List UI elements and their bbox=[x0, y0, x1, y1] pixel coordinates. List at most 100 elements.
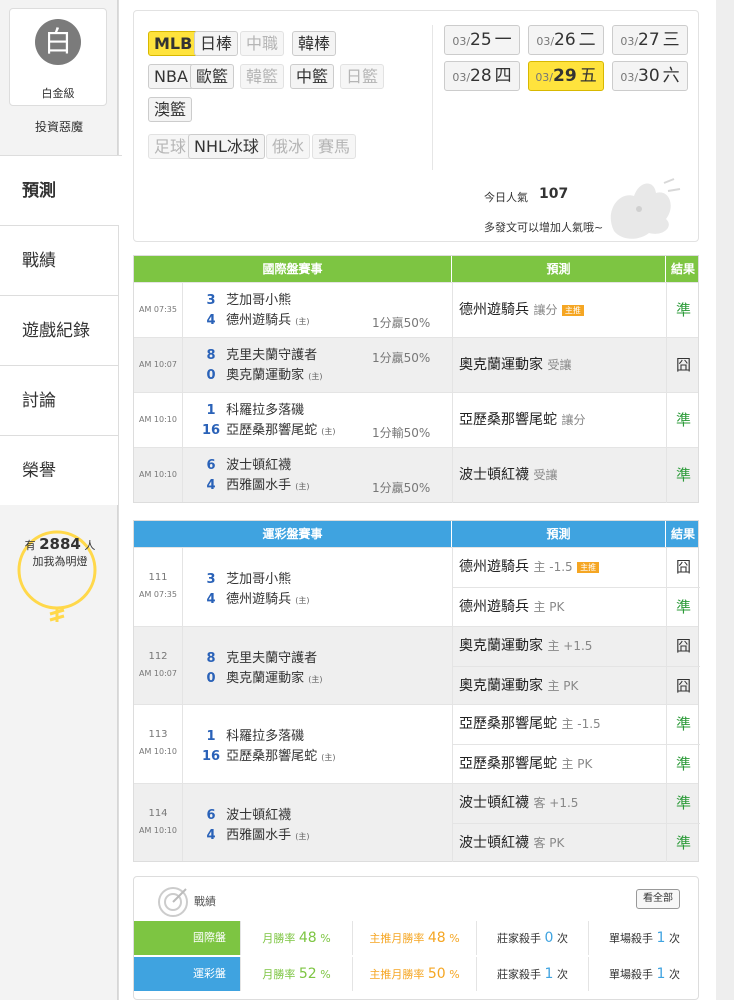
pick-type: 主 -1.5 bbox=[533, 560, 573, 574]
pick-type: 讓分 bbox=[533, 303, 558, 317]
game-number: 114 bbox=[148, 807, 168, 819]
intl-table-header: 國際盤賽事 預測 結果 bbox=[134, 256, 698, 282]
result: 囧 bbox=[666, 548, 700, 587]
home-mark: (主) bbox=[321, 427, 336, 436]
nav-item-1[interactable]: 戰績 bbox=[0, 225, 118, 295]
sport-tab[interactable]: 賽馬 bbox=[312, 134, 357, 159]
prediction: 亞歷桑那響尾蛇 主 -1.5 bbox=[452, 705, 666, 744]
result: 準 bbox=[666, 587, 700, 626]
team-score: 3 bbox=[206, 293, 216, 308]
away-team: 8 克里夫蘭守護者 bbox=[200, 647, 317, 666]
sport-tab[interactable]: 韓籃 bbox=[240, 64, 285, 89]
sport-tab[interactable]: 日籃 bbox=[340, 64, 385, 89]
pick-team: 亞歷桑那響尾蛇 bbox=[459, 756, 557, 772]
date-tab[interactable]: 03/29 五 bbox=[528, 61, 604, 91]
odds-text: 1分贏50% bbox=[372, 481, 431, 495]
away-team: 6 波士頓紅襪 bbox=[200, 804, 291, 823]
pick-type: 讓分 bbox=[561, 413, 586, 427]
result: 準 bbox=[666, 744, 700, 783]
sport-tab[interactable]: 俄冰 bbox=[266, 134, 311, 159]
record-stat: 主推月勝率 50 % bbox=[352, 957, 476, 991]
sport-tab[interactable]: 歐籃 bbox=[190, 64, 235, 89]
pick-type: 主 -1.5 bbox=[561, 717, 601, 731]
team-score: 6 bbox=[206, 807, 216, 823]
prediction: 波士頓紅襪 客 +1.5 bbox=[452, 783, 666, 823]
team-score: 8 bbox=[206, 348, 216, 363]
target-icon bbox=[158, 887, 188, 917]
avatar-card[interactable]: 白 白金級 bbox=[9, 8, 107, 106]
date-tab[interactable]: 03/27 三 bbox=[612, 25, 688, 55]
home-team: 16 亞歷桑那響尾蛇 (主) bbox=[200, 419, 336, 438]
pick-team: 奧克蘭運動家 bbox=[459, 637, 543, 654]
sport-tab[interactable]: 中籃 bbox=[290, 64, 335, 89]
record-stat: 月勝率 52 % bbox=[240, 957, 352, 991]
game-time: AM 10:10 bbox=[139, 470, 177, 479]
team-score: 4 bbox=[206, 827, 216, 843]
table-row[interactable]: AM 10:10 1 科羅拉多落磯 16 亞歷桑那響尾蛇 (主) 1分輸50% 亞歷桑那… bbox=[134, 392, 698, 448]
prediction: 奧克蘭運動家 主 PK bbox=[452, 665, 666, 705]
sport-tab[interactable]: 中職 bbox=[240, 31, 285, 56]
nav-item-2[interactable]: 遊戲紀錄 bbox=[0, 295, 118, 365]
table-row[interactable]: AM 10:07 8 克里夫蘭守護者 0 奧克蘭運動家 (主) 1分贏50% 奧克蘭運動… bbox=[134, 337, 700, 393]
date-tab[interactable]: 03/28 四 bbox=[444, 61, 520, 91]
sport-tab[interactable]: MLB bbox=[148, 31, 199, 56]
home-team: 4 西雅圖水手 (主) bbox=[200, 824, 310, 843]
game-time: AM 07:35 bbox=[139, 590, 177, 599]
table-row[interactable]: 111 AM 07:35 3 芝加哥小熊 4 德州遊騎兵 (主) 德州遊騎兵 主 -1.… bbox=[134, 547, 700, 626]
intl-table: 國際盤賽事 預測 結果 AM 07:35 3 芝加哥小熊 4 德州遊騎兵 (主) 1分… bbox=[133, 255, 699, 503]
date-tab[interactable]: 03/26 二 bbox=[528, 25, 604, 55]
team-name: 科羅拉多落磯 bbox=[226, 729, 305, 744]
table-row[interactable]: 114 AM 10:10 6 波士頓紅襪 4 西雅圖水手 (主) 波士頓紅襪 客 +1.… bbox=[134, 782, 700, 862]
game-number: 113 bbox=[148, 729, 168, 740]
sport-tab[interactable]: NHL冰球 bbox=[188, 134, 265, 159]
game-cell bbox=[182, 548, 183, 626]
team-name: 克里夫蘭守護者 bbox=[226, 348, 318, 363]
game-cell bbox=[182, 448, 183, 502]
nav-item-3[interactable]: 討論 bbox=[0, 365, 118, 435]
popularity-label: 今日人氣 bbox=[484, 191, 528, 204]
sport-tab[interactable]: NBA bbox=[148, 64, 194, 89]
nav-item-4[interactable]: 榮譽 bbox=[0, 435, 118, 505]
pick-team: 德州遊騎兵 bbox=[459, 559, 529, 575]
table-row[interactable]: AM 10:10 6 波士頓紅襪 4 西雅圖水手 (主) 1分贏50% 波士頓紅襪 受讓… bbox=[134, 447, 698, 503]
mascot-icon bbox=[610, 178, 681, 239]
nav-item-0[interactable]: 預測 bbox=[0, 155, 122, 225]
team-score: 16 bbox=[201, 749, 221, 764]
result: 準 bbox=[666, 283, 700, 338]
team-name: 奧克蘭運動家 bbox=[226, 670, 305, 686]
result: 準 bbox=[666, 783, 700, 823]
away-team: 6 波士頓紅襪 bbox=[200, 454, 291, 473]
sport-tab[interactable]: 日棒 bbox=[194, 31, 239, 56]
sport-tab[interactable]: 澳籃 bbox=[148, 97, 193, 122]
divider bbox=[432, 25, 433, 170]
prediction: 奧克蘭運動家 受讓 bbox=[452, 338, 666, 393]
sport-tab[interactable]: 韓棒 bbox=[292, 31, 337, 56]
result: 囧 bbox=[666, 338, 700, 393]
team-name: 西雅圖水手 bbox=[226, 827, 292, 843]
game-number: 112 bbox=[148, 650, 168, 662]
home-mark: (主) bbox=[295, 596, 310, 605]
away-team: 8 克里夫蘭守護者 bbox=[200, 344, 317, 363]
home-team: 0 奧克蘭運動家 (主) bbox=[200, 667, 322, 686]
view-all-button[interactable]: 看全部 bbox=[636, 889, 680, 909]
game-cell bbox=[182, 338, 183, 392]
table-row[interactable]: 112 AM 10:07 8 克里夫蘭守護者 0 奧克蘭運動家 (主) 奧克蘭運動家 主… bbox=[134, 625, 700, 705]
date-tab[interactable]: 03/25 一 bbox=[444, 25, 520, 55]
team-score: 1 bbox=[206, 729, 216, 744]
home-mark: (主) bbox=[295, 831, 310, 841]
date-tab[interactable]: 03/30 六 bbox=[612, 61, 688, 91]
filter-panel: MLB 日棒 中職 韓棒 NBA 歐籃 韓籃 中籃 日籃澳籃足球 NHL冰球 俄冰 賽馬 03/25 一… bbox=[133, 10, 699, 242]
sport-tab[interactable]: 足球 bbox=[148, 134, 193, 159]
pick-type: 客 PK bbox=[533, 835, 565, 850]
record-row: 運彩盤 月勝率 52 % 主推月勝率 50 % 莊家殺手 1 次單場殺手 1 次 bbox=[134, 957, 700, 991]
table-row[interactable]: AM 07:35 3 芝加哥小熊 4 德州遊騎兵 (主) 1分贏50% 德州遊騎兵 讓分… bbox=[134, 282, 700, 338]
table-row[interactable]: 113 AM 10:10 1 科羅拉多落磯 16 亞歷桑那響尾蛇 (主) 亞歷桑那響尾蛇… bbox=[134, 704, 700, 783]
home-team: 0 奧克蘭運動家 (主) bbox=[200, 364, 322, 383]
team-score: 6 bbox=[206, 458, 216, 473]
fans-badge[interactable]: 有 2884 人 加我為明燈 bbox=[10, 535, 110, 569]
team-score: 3 bbox=[206, 572, 216, 587]
team-name: 亞歷桑那響尾蛇 bbox=[226, 749, 318, 764]
game-cell bbox=[182, 626, 183, 704]
team-score: 0 bbox=[206, 670, 216, 686]
pick-team: 德州遊騎兵 bbox=[459, 599, 529, 615]
